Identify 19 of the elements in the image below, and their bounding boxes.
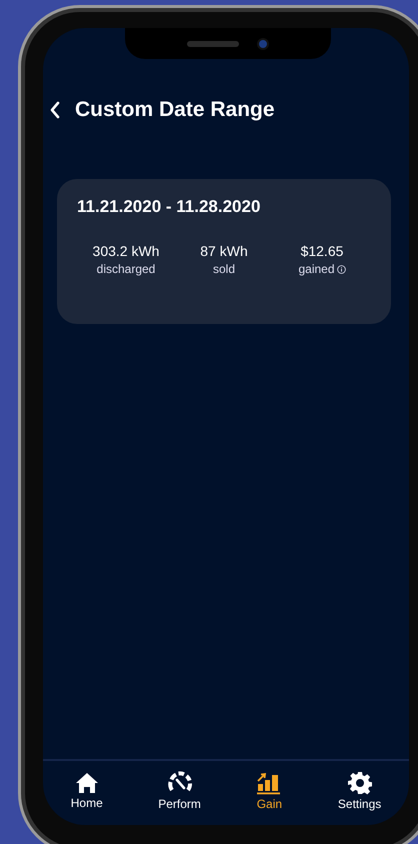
camera-lens — [257, 38, 269, 50]
screen-title: Custom Date Range — [75, 98, 275, 122]
bar-chart-arrow-icon — [256, 771, 282, 795]
gear-icon — [348, 771, 372, 795]
stat-label: sold — [212, 262, 235, 276]
nav-tab[interactable]: Settings — [338, 771, 382, 811]
stat-value: $12.65 — [300, 243, 344, 259]
nav-tab[interactable]: Home — [70, 772, 103, 810]
speaker-grille — [187, 40, 239, 46]
chevron-left-icon — [49, 101, 61, 119]
stat-value: 303.2 kWh — [92, 243, 160, 259]
stat-value: 87 kWh — [200, 243, 248, 259]
stat-label: gained — [298, 262, 335, 276]
house-icon — [74, 772, 99, 794]
info-icon[interactable] — [336, 264, 346, 274]
nav-tab[interactable]: Gain — [256, 771, 282, 811]
date-range: 11.21.2020 - 11.28.2020 — [77, 197, 262, 217]
nav-tab[interactable]: Perform — [158, 771, 201, 811]
stat-label: discharged — [96, 262, 156, 276]
